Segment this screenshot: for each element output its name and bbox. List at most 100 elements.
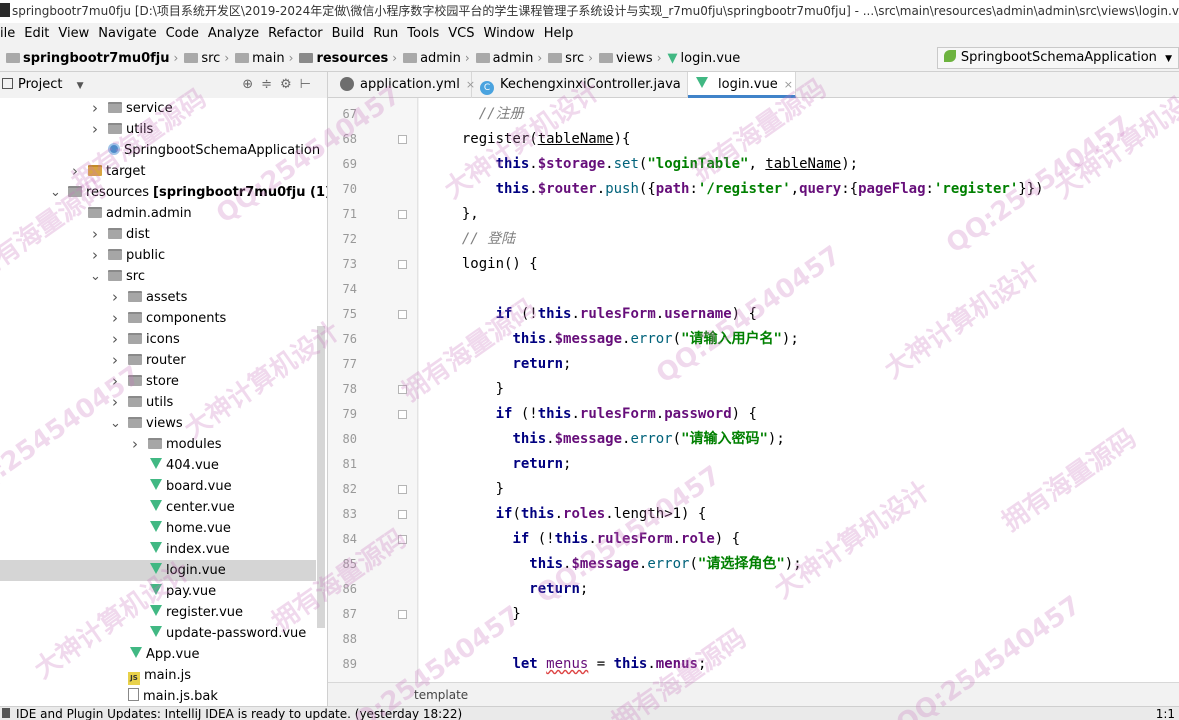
expand-arrow-icon[interactable]: › bbox=[90, 98, 100, 119]
tree-node[interactable]: › utils bbox=[0, 392, 316, 413]
tree-node[interactable]: register.vue bbox=[0, 602, 316, 623]
menu-tools[interactable]: Tools bbox=[407, 23, 439, 44]
fold-marker-icon[interactable] bbox=[398, 535, 407, 544]
tree-node[interactable]: SpringbootSchemaApplication bbox=[0, 140, 320, 161]
expand-arrow-icon[interactable]: › bbox=[110, 308, 120, 329]
fold-marker-icon[interactable] bbox=[398, 485, 407, 494]
menu-build[interactable]: Build bbox=[332, 23, 365, 44]
tree-node[interactable]: › store bbox=[0, 371, 316, 392]
tree-node[interactable]: › service bbox=[0, 98, 316, 119]
status-message[interactable]: IDE and Plugin Updates: IntelliJ IDEA is… bbox=[16, 707, 462, 720]
fold-marker-icon[interactable] bbox=[398, 610, 407, 619]
fold-marker-icon[interactable] bbox=[398, 210, 407, 219]
tree-node[interactable]: main.js.bak bbox=[0, 686, 316, 706]
tree-node[interactable]: 404.vue bbox=[0, 455, 316, 476]
tree-node[interactable]: ⌄ views bbox=[0, 413, 316, 434]
tree-scrollbar[interactable] bbox=[317, 326, 325, 628]
locate-icon[interactable]: ⊕ bbox=[242, 77, 261, 92]
tab-kechengxinxicontroller-java[interactable]: CKechengxinxiController.java× bbox=[472, 72, 696, 98]
tree-node[interactable]: ⌄ resources[springbootr7mu0fju (1)]res bbox=[0, 182, 327, 203]
project-view-dropdown-icon[interactable]: ▼ bbox=[77, 81, 84, 91]
expand-arrow-icon[interactable]: › bbox=[70, 161, 80, 182]
tree-node-content: board.vue bbox=[150, 476, 232, 497]
code-editor[interactable]: //注册 register(tableName){ this.$storage.… bbox=[419, 98, 1179, 682]
expand-arrow-icon[interactable]: › bbox=[110, 329, 120, 350]
close-icon[interactable]: × bbox=[784, 78, 793, 91]
tree-node[interactable]: center.vue bbox=[0, 497, 316, 518]
hide-icon[interactable]: ⊢ bbox=[300, 77, 319, 92]
path-crumb[interactable]: views › bbox=[593, 44, 662, 73]
path-crumb[interactable]: main › bbox=[229, 44, 293, 73]
project-panel-title[interactable]: Project bbox=[18, 77, 62, 92]
menu-help[interactable]: Help bbox=[544, 23, 574, 44]
tree-node[interactable]: App.vue bbox=[0, 644, 316, 665]
tree-node[interactable]: ⌄ src bbox=[0, 266, 316, 287]
path-crumb[interactable]: resources › bbox=[293, 44, 397, 73]
menu-vcs[interactable]: VCS bbox=[448, 23, 474, 44]
tree-node[interactable]: › icons bbox=[0, 329, 316, 350]
tree-node[interactable]: › dist bbox=[0, 224, 316, 245]
tree-node[interactable]: pay.vue bbox=[0, 581, 316, 602]
event-log-icon[interactable] bbox=[2, 708, 10, 718]
menu-ile[interactable]: ile bbox=[0, 23, 15, 44]
fold-marker-icon[interactable] bbox=[398, 510, 407, 519]
tree-node[interactable]: › components bbox=[0, 308, 316, 329]
collapse-icon[interactable]: ≑ bbox=[261, 77, 280, 92]
collapse-arrow-icon[interactable]: ⌄ bbox=[110, 413, 121, 434]
expand-arrow-icon[interactable]: › bbox=[110, 371, 120, 392]
menu-bar: ile Edit View Navigate Code Analyze Refactor Bu… bbox=[0, 23, 1179, 44]
fold-marker-icon[interactable] bbox=[398, 410, 407, 419]
fold-marker-icon[interactable] bbox=[398, 385, 407, 394]
expand-arrow-icon[interactable]: › bbox=[110, 350, 120, 371]
collapse-arrow-icon[interactable]: ⌄ bbox=[50, 182, 61, 203]
path-crumb[interactable]: admin › bbox=[397, 44, 470, 73]
tree-node-content: update-password.vue bbox=[150, 623, 306, 644]
path-crumb[interactable]: src › bbox=[178, 44, 229, 73]
menu-view[interactable]: View bbox=[58, 23, 89, 44]
fold-marker-icon[interactable] bbox=[398, 135, 407, 144]
tree-node[interactable]: ⌄admin.admin bbox=[0, 203, 316, 224]
menu-refactor[interactable]: Refactor bbox=[268, 23, 323, 44]
tree-node[interactable]: › target bbox=[0, 161, 316, 182]
collapse-arrow-icon[interactable]: ⌄ bbox=[90, 266, 101, 287]
tree-node[interactable]: index.vue bbox=[0, 539, 316, 560]
tab-application-yml[interactable]: application.yml × bbox=[332, 72, 475, 98]
tree-node[interactable]: › assets bbox=[0, 287, 316, 308]
expand-arrow-icon[interactable]: › bbox=[90, 224, 100, 245]
expand-arrow-icon[interactable]: › bbox=[90, 245, 100, 266]
expand-arrow-icon[interactable]: › bbox=[110, 392, 120, 413]
tree-node[interactable]: JS main.js bbox=[0, 665, 316, 686]
gear-icon[interactable]: ⚙ bbox=[280, 77, 300, 92]
menu-analyze[interactable]: Analyze bbox=[208, 23, 259, 44]
fold-marker-icon[interactable] bbox=[398, 310, 407, 319]
tree-node[interactable]: home.vue bbox=[0, 518, 316, 539]
menu-window[interactable]: Window bbox=[484, 23, 535, 44]
fold-marker-icon[interactable] bbox=[398, 260, 407, 269]
expand-arrow-icon[interactable]: › bbox=[110, 287, 120, 308]
menu-edit[interactable]: Edit bbox=[24, 23, 49, 44]
tree-node[interactable]: › router bbox=[0, 350, 316, 371]
path-crumb[interactable]: springbootr7mu0fju › bbox=[0, 44, 178, 73]
tree-node[interactable]: login.vue bbox=[0, 560, 316, 581]
code-line: this.$message.error("请输入密码"); bbox=[445, 427, 784, 452]
menu-run[interactable]: Run bbox=[373, 23, 398, 44]
cursor-position[interactable]: 1:1 bbox=[1156, 707, 1175, 720]
code-token: . bbox=[605, 156, 614, 172]
menu-code[interactable]: Code bbox=[166, 23, 199, 44]
tab-login-vue[interactable]: login.vue × bbox=[688, 72, 796, 98]
tree-node[interactable]: update-password.vue bbox=[0, 623, 316, 644]
expand-arrow-icon[interactable]: › bbox=[130, 434, 140, 455]
menu-navigate[interactable]: Navigate bbox=[98, 23, 156, 44]
path-crumb[interactable]: ▼ login.vue bbox=[662, 45, 741, 73]
expand-arrow-icon[interactable]: › bbox=[90, 119, 100, 140]
path-crumb[interactable]: src › bbox=[542, 44, 593, 73]
tree-node[interactable]: › utils bbox=[0, 119, 316, 140]
tree-node[interactable]: › modules bbox=[0, 434, 316, 455]
path-crumb[interactable]: admin › bbox=[470, 44, 542, 73]
editor-breadcrumb-item[interactable]: template bbox=[414, 688, 468, 702]
code-token: >1) { bbox=[664, 506, 707, 522]
run-configuration-select[interactable]: SpringbootSchemaApplication ▼ bbox=[936, 47, 1179, 69]
tree-node[interactable]: board.vue bbox=[0, 476, 316, 497]
tree-node[interactable]: › public bbox=[0, 245, 316, 266]
